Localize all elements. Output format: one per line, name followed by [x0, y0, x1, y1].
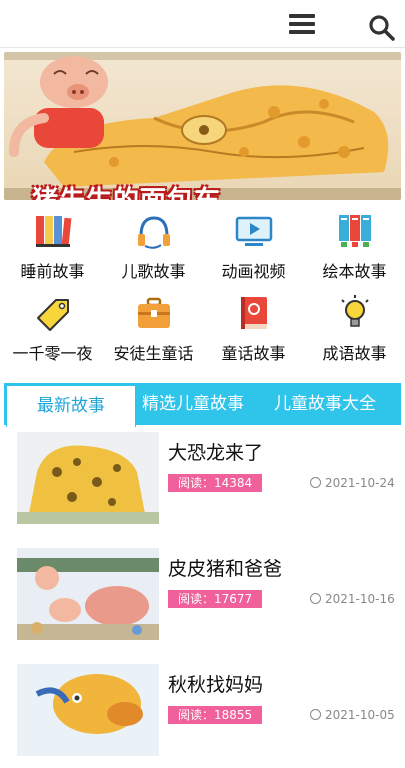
- story-tabs: 最新故事 精选儿童故事 儿童故事大全: [4, 383, 401, 427]
- menu-icon[interactable]: [289, 14, 315, 36]
- category-label: 绘本故事: [322, 262, 387, 281]
- category-label: 睡前故事: [20, 262, 85, 281]
- tab-latest-stories[interactable]: 最新故事: [6, 385, 136, 427]
- category-andersen[interactable]: 安徒生童话: [103, 288, 204, 368]
- top-bar: [0, 0, 405, 48]
- date-text: 2021-10-16: [325, 592, 395, 606]
- category-animation-video[interactable]: 动画视频: [203, 206, 304, 286]
- story-thumbnail: [17, 664, 159, 756]
- banner-illustration: [4, 52, 401, 200]
- read-count-badge: 阅读：17677: [168, 590, 263, 608]
- story-date: 2021-10-24: [310, 476, 395, 490]
- category-idiom-stories[interactable]: 成语故事: [304, 288, 405, 368]
- category-picture-book[interactable]: 绘本故事: [304, 206, 405, 286]
- category-label: 动画视频: [221, 262, 286, 281]
- category-label: 儿歌故事: [121, 262, 186, 281]
- list-item[interactable]: 大恐龙来了 阅读：14384 2021-10-24: [0, 426, 405, 536]
- picture-book-icon: [339, 215, 371, 247]
- story-thumbnail: [17, 432, 159, 524]
- category-label: 童话故事: [221, 344, 286, 363]
- briefcase-icon: [138, 297, 170, 328]
- clock-icon: [310, 709, 321, 720]
- books-icon: [36, 216, 72, 247]
- story-title: 皮皮猪和爸爸: [168, 558, 283, 580]
- category-label: 成语故事: [322, 344, 387, 363]
- category-arabian-nights[interactable]: 一千零一夜: [2, 288, 103, 368]
- tab-all-stories[interactable]: 儿童故事大全: [274, 383, 376, 425]
- tag-icon: [37, 299, 69, 331]
- search-icon[interactable]: [368, 14, 396, 42]
- read-count-badge: 阅读：18855: [168, 706, 263, 724]
- category-fairy-tales[interactable]: 童话故事: [203, 288, 304, 368]
- banner-title: 猪先生的面包车: [32, 180, 221, 200]
- category-label: 安徒生童话: [113, 344, 194, 363]
- read-count-badge: 阅读：14384: [168, 474, 263, 492]
- headphones-icon: [138, 216, 170, 249]
- story-title: 大恐龙来了: [168, 442, 264, 464]
- story-date: 2021-10-16: [310, 592, 395, 606]
- category-label: 一千零一夜: [12, 344, 93, 363]
- category-song-stories[interactable]: 儿歌故事: [103, 206, 204, 286]
- list-item[interactable]: 秋秋找妈妈 阅读：18855 2021-10-05: [0, 658, 405, 768]
- book-icon: [241, 297, 267, 329]
- story-thumbnail: [17, 548, 159, 640]
- tv-play-icon: [235, 216, 273, 246]
- date-text: 2021-10-24: [325, 476, 395, 490]
- lightbulb-icon: [341, 295, 369, 327]
- clock-icon: [310, 477, 321, 488]
- banner[interactable]: 猪先生的面包车: [4, 52, 401, 200]
- list-item[interactable]: 皮皮猪和爸爸 阅读：17677 2021-10-16: [0, 542, 405, 652]
- story-title: 秋秋找妈妈: [168, 674, 264, 696]
- category-sleep-stories[interactable]: 睡前故事: [2, 206, 103, 286]
- tab-selected-stories[interactable]: 精选儿童故事: [142, 383, 244, 425]
- clock-icon: [310, 593, 321, 604]
